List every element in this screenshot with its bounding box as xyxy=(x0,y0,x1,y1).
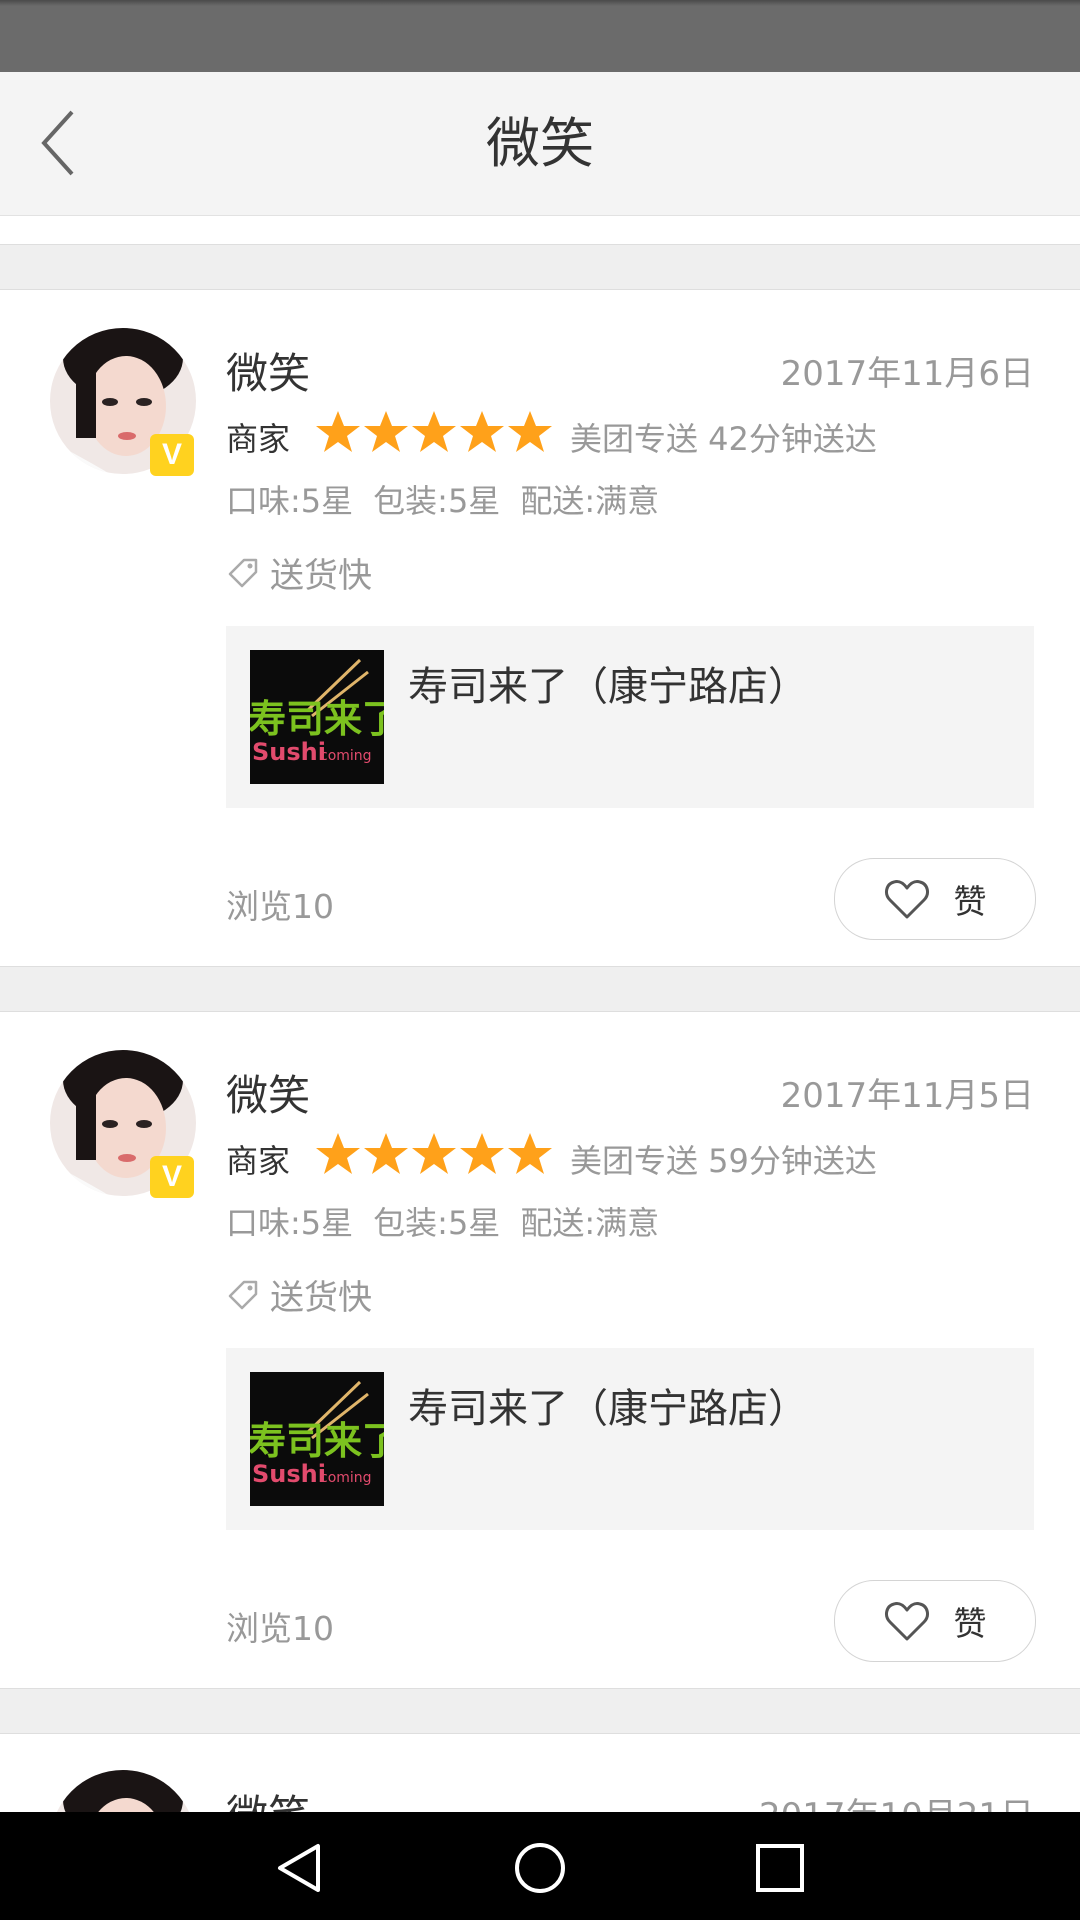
shop-logo: 寿司来了 Sushi coming xyxy=(250,1372,384,1506)
star-icon xyxy=(316,1133,360,1174)
divider xyxy=(0,966,1080,1012)
star-icon xyxy=(508,411,552,452)
shop-logo: 寿司来了 Sushi coming xyxy=(250,650,384,784)
back-triangle-icon[interactable] xyxy=(272,1840,328,1896)
review-date: 2017年11月6日 xyxy=(780,354,1034,394)
heart-icon xyxy=(884,1602,929,1641)
star-icon xyxy=(508,1133,552,1174)
shop-card[interactable]: 寿司来了 Sushi coming 寿司来了（康宁路店） xyxy=(226,1348,1034,1530)
star-icon xyxy=(412,1133,456,1174)
user-name[interactable]: 微笑 xyxy=(226,1062,310,1123)
svg-text:Sushi: Sushi xyxy=(252,738,326,766)
verified-badge-icon: V xyxy=(150,434,194,476)
star-rating xyxy=(314,408,554,456)
nav-bar: 微笑 xyxy=(0,72,1080,216)
divider xyxy=(0,1688,1080,1734)
like-button[interactable]: 赞 xyxy=(834,858,1036,940)
tag: 送货快 xyxy=(226,1270,372,1319)
merchant-label: 商家 xyxy=(226,1142,291,1180)
star-rating xyxy=(314,1130,554,1178)
svg-text:寿司来了: 寿司来了 xyxy=(250,1419,384,1463)
tag: 送货快 xyxy=(226,548,372,597)
review-date: 2017年10月21日 xyxy=(759,1788,1034,1812)
taste-rating: 口味:5星 xyxy=(226,482,354,520)
view-count: 浏览10 xyxy=(226,1609,334,1648)
svg-text:寿司来了: 寿司来了 xyxy=(250,697,384,741)
star-icon xyxy=(460,411,504,452)
verified-badge-icon: V xyxy=(150,1156,194,1198)
status-bar xyxy=(0,0,1080,72)
delivery-info: 美团专送 59分钟送达 xyxy=(570,1142,877,1180)
merchant-label: 商家 xyxy=(226,420,291,458)
delivery-rating: 配送:满意 xyxy=(520,1204,660,1242)
page-title: 微笑 xyxy=(486,112,594,175)
svg-text:Sushi: Sushi xyxy=(252,1460,326,1488)
svg-text:coming: coming xyxy=(320,1470,372,1486)
like-label: 赞 xyxy=(953,1604,987,1643)
packaging-rating: 包装:5星 xyxy=(373,1204,501,1242)
star-icon xyxy=(460,1133,504,1174)
tag-icon xyxy=(228,1280,258,1309)
recents-square-icon[interactable] xyxy=(752,1840,808,1896)
star-icon xyxy=(364,1133,408,1174)
review-date: 2017年11月5日 xyxy=(780,1076,1034,1116)
user-name[interactable]: 微笑 xyxy=(226,1782,310,1812)
review-item: 微笑 2017年10月21日 xyxy=(0,1734,1080,1812)
sub-ratings: 口味:5星 包装:5星 配送:满意 xyxy=(226,1198,679,1244)
delivery-rating: 配送:满意 xyxy=(520,482,660,520)
avatar[interactable] xyxy=(50,1770,196,1812)
star-icon xyxy=(412,411,456,452)
tag-icon xyxy=(228,558,258,587)
taste-rating: 口味:5星 xyxy=(226,1204,354,1242)
heart-icon xyxy=(884,880,929,919)
review-list[interactable]: V 微笑 2017年11月6日 商家 美团专送 42分钟送达 口味:5星 包装:… xyxy=(0,216,1080,1812)
system-navigation-bar xyxy=(0,1812,1080,1920)
svg-text:coming: coming xyxy=(320,748,372,764)
star-icon xyxy=(316,411,360,452)
like-label: 赞 xyxy=(953,882,987,921)
review-item: V 微笑 2017年11月5日 商家 美团专送 59分钟送达 口味:5星 包装:… xyxy=(0,1012,1080,1688)
star-icon xyxy=(364,411,408,452)
user-name[interactable]: 微笑 xyxy=(226,340,310,401)
sub-ratings: 口味:5星 包装:5星 配送:满意 xyxy=(226,476,679,522)
divider xyxy=(0,244,1080,290)
review-item: V 微笑 2017年11月6日 商家 美团专送 42分钟送达 口味:5星 包装:… xyxy=(0,290,1080,966)
shop-card[interactable]: 寿司来了 Sushi coming 寿司来了（康宁路店） xyxy=(226,626,1034,808)
view-count: 浏览10 xyxy=(226,887,334,926)
packaging-rating: 包装:5星 xyxy=(373,482,501,520)
delivery-info: 美团专送 42分钟送达 xyxy=(570,420,877,458)
home-circle-icon[interactable] xyxy=(512,1840,568,1896)
tag-label: 送货快 xyxy=(270,556,372,596)
like-button[interactable]: 赞 xyxy=(834,1580,1036,1662)
shop-name: 寿司来了（康宁路店） xyxy=(408,1386,808,1432)
shop-name: 寿司来了（康宁路店） xyxy=(408,664,808,710)
tag-label: 送货快 xyxy=(270,1278,372,1318)
